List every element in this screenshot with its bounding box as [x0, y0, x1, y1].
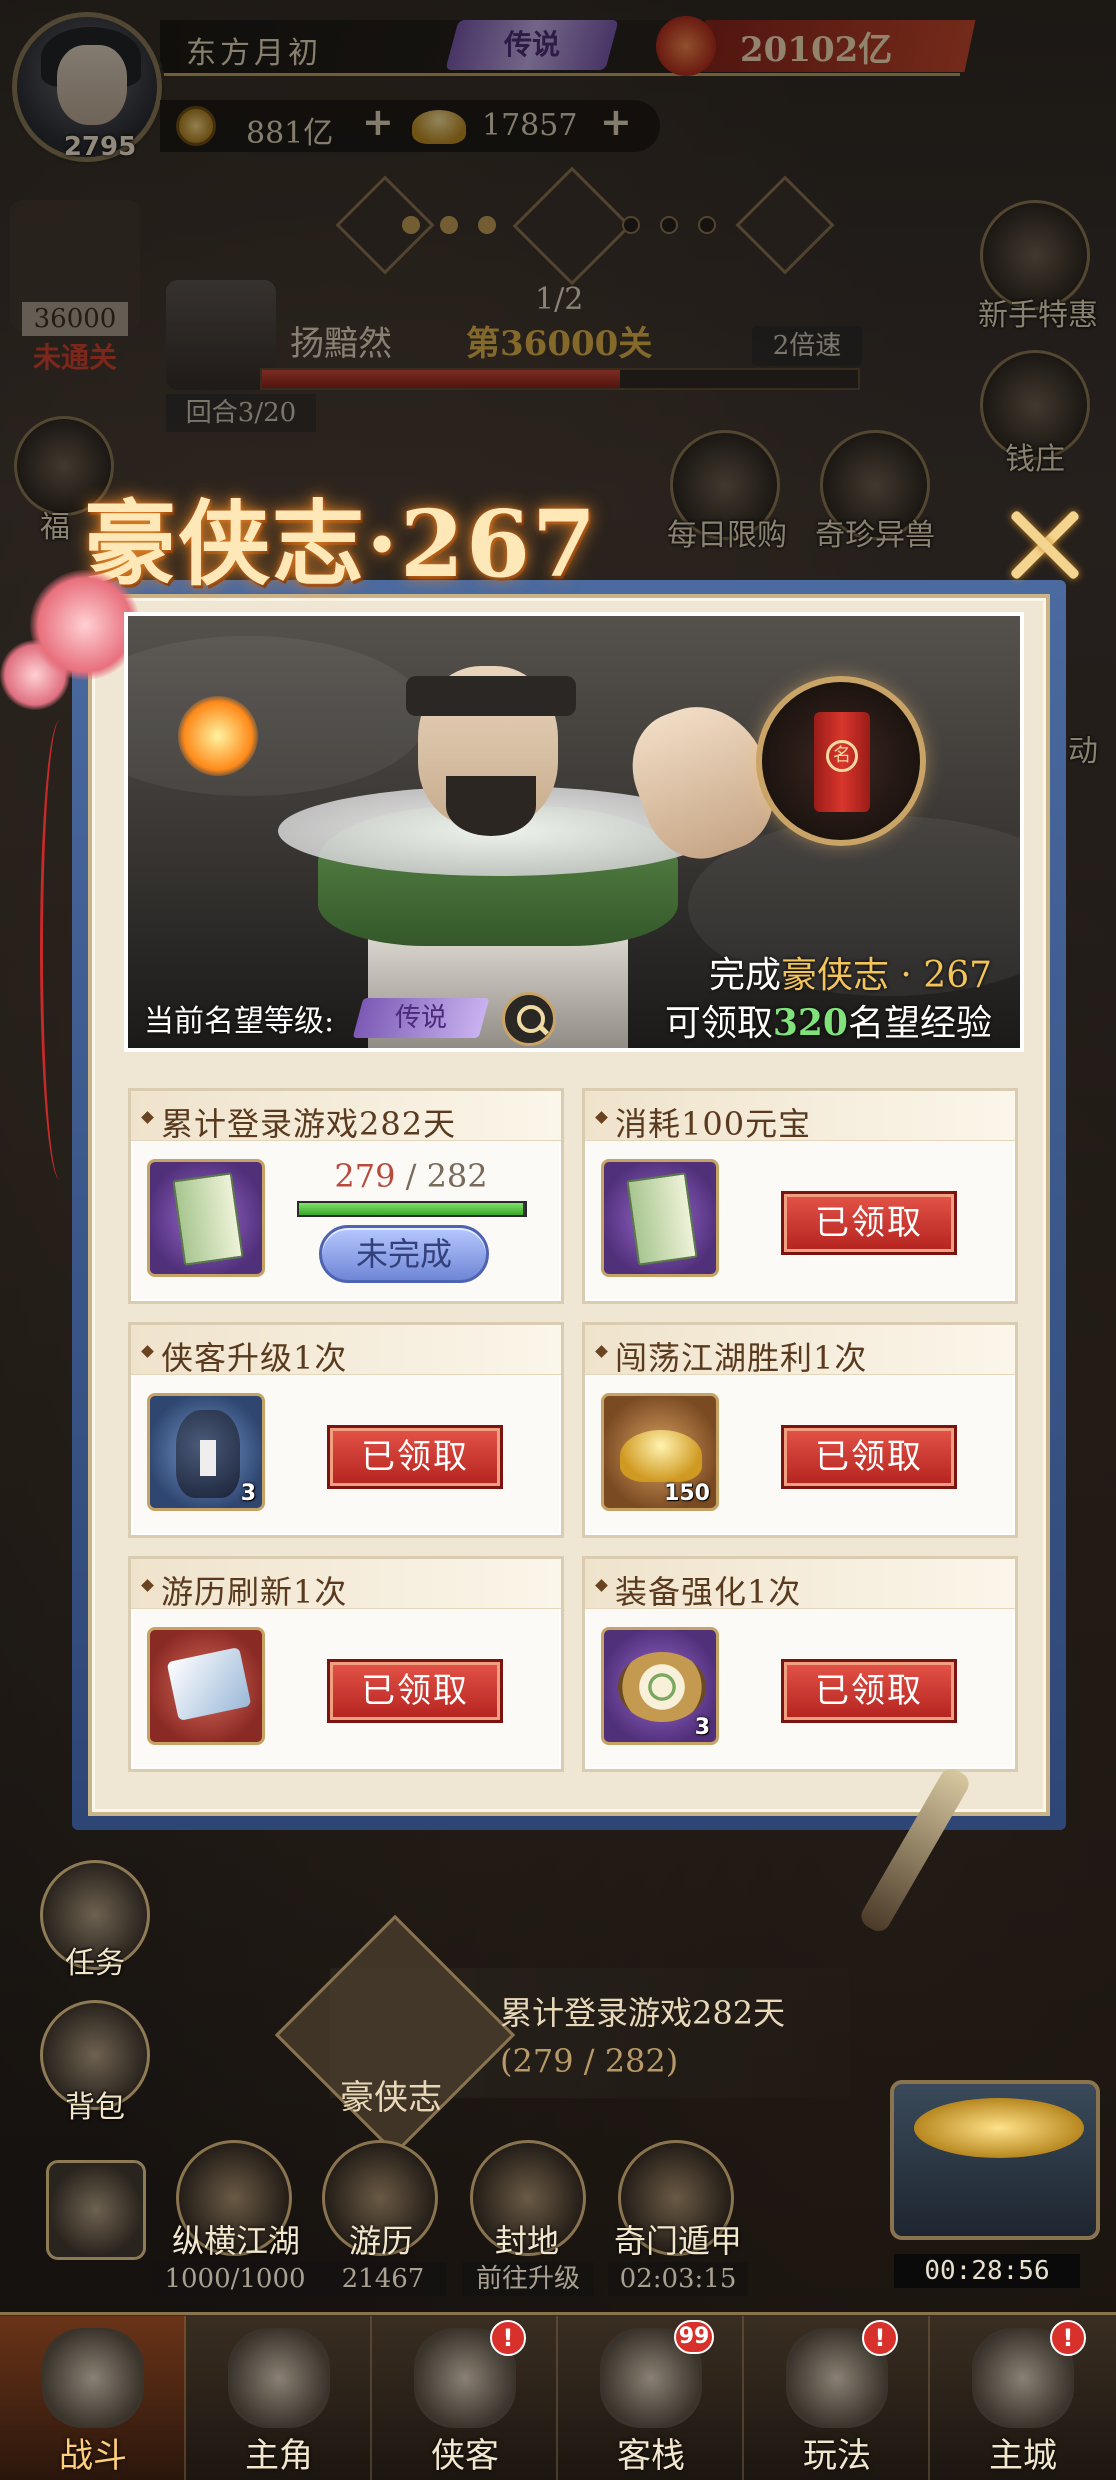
hero-headband: [406, 676, 576, 716]
close-icon[interactable]: [1000, 500, 1090, 590]
fame-rank: 传说: [394, 1003, 447, 1033]
nav-tab-hero[interactable]: 主角: [186, 2316, 372, 2480]
complete-name: 豪侠志 · 267: [780, 955, 992, 996]
nav-label: 主城: [989, 2436, 1057, 2476]
feature-label: 奇门遁甲: [613, 2222, 742, 2260]
task-label: 任务: [65, 1946, 125, 1981]
task-card: 消耗100元宝 已领取: [582, 1088, 1018, 1304]
task-card: 侠客升级1次 3 已领取: [128, 1322, 564, 1538]
nav-label: 玩法: [803, 2436, 871, 2476]
quest-label: 豪侠志: [340, 2078, 442, 2118]
count-badge: 99: [674, 2320, 714, 2354]
feature-label: 游历: [348, 2222, 413, 2260]
fame-label: 当前名望等级:: [144, 1004, 335, 1039]
fame-rank-badge: 传说: [352, 998, 490, 1038]
complete-text: 完成豪侠志 · 267: [709, 946, 992, 998]
feature-value: 前往升级: [462, 2262, 594, 2296]
alert-badge: !: [490, 2320, 526, 2356]
quest-progress: (279 / 282): [500, 2042, 679, 2080]
task-title: 消耗100元宝: [615, 1105, 812, 1143]
feature-value: 1000/1000: [150, 2262, 320, 2296]
task-card: 游历刷新1次 已领取: [128, 1556, 564, 1772]
progress-max: 282: [426, 1157, 488, 1195]
modal-title: 豪侠志·267: [84, 490, 599, 598]
reward-prefix: 可领取: [664, 1003, 773, 1044]
progress-sep: /: [395, 1157, 427, 1195]
nav-tab-city[interactable]: ! 主城: [930, 2316, 1116, 2480]
feature-value: 21467: [320, 2262, 446, 2296]
chest-timer: 00:28:56: [894, 2254, 1080, 2288]
task-card: 累计登录游戏282天 279 / 282 未完成: [128, 1088, 564, 1304]
task-title: 侠客升级1次: [161, 1339, 348, 1377]
task-title: 闯荡江湖胜利1次: [615, 1339, 868, 1377]
reward-item[interactable]: [147, 1627, 265, 1745]
progress-current: 279: [334, 1157, 396, 1195]
task-title: 装备强化1次: [615, 1573, 802, 1611]
feature-value: 02:03:15: [608, 2262, 748, 2296]
task-card: 闯荡江湖胜利1次 150 已领取: [582, 1322, 1018, 1538]
nav-tab-battle[interactable]: 战斗: [0, 2316, 186, 2480]
claimed-button[interactable]: 已领取: [781, 1191, 957, 1255]
reward-item[interactable]: 3: [147, 1393, 265, 1511]
nav-label: 侠客: [431, 2436, 499, 2476]
task-title: 游历刷新1次: [161, 1573, 348, 1611]
item-quantity: 3: [240, 1481, 256, 1506]
claimed-button[interactable]: 已领取: [327, 1659, 503, 1723]
item-quantity: 3: [694, 1715, 710, 1740]
book-icon: [172, 1172, 244, 1266]
claimed-button[interactable]: 已领取: [781, 1659, 957, 1723]
item-quantity: 150: [664, 1481, 710, 1506]
quest-name: 累计登录游戏282天: [500, 1994, 786, 2032]
reward-amount: 320: [772, 1002, 848, 1044]
alert-badge: !: [862, 2320, 898, 2356]
buns-icon: [618, 1652, 706, 1722]
jar-label: [200, 1440, 216, 1476]
gold-ingot-icon: [620, 1430, 702, 1482]
task-progress-bar: [297, 1201, 527, 1217]
chest-gold: [914, 2098, 1084, 2158]
reward-item[interactable]: 150: [601, 1393, 719, 1511]
nav-tab-knights[interactable]: ! 侠客: [372, 2316, 558, 2480]
reward-item[interactable]: [601, 1159, 719, 1277]
task-progress-fill: [299, 1203, 523, 1215]
feature-label: 封地: [494, 2222, 559, 2260]
reward-item[interactable]: [147, 1159, 265, 1277]
nav-label: 客栈: [617, 2436, 685, 2476]
treasure-chest-icon[interactable]: [890, 2080, 1100, 2240]
bag-label: 背包: [65, 2090, 125, 2125]
fire-glow: [178, 696, 258, 776]
crossed-swords-icon: [42, 2328, 144, 2428]
incomplete-button[interactable]: 未完成: [319, 1225, 489, 1283]
reward-text: 可领取320名望经验: [665, 994, 992, 1046]
complete-prefix: 完成: [708, 955, 781, 996]
hero-beard: [446, 776, 536, 836]
magnify-icon[interactable]: [502, 992, 556, 1046]
claimed-button[interactable]: 已领取: [781, 1425, 957, 1489]
jar-icon: [176, 1410, 240, 1498]
claimed-button[interactable]: 已领取: [327, 1425, 503, 1489]
task-title: 累计登录游戏282天: [161, 1105, 457, 1143]
book-icon: [626, 1172, 698, 1266]
hero-illustration: [178, 636, 790, 1048]
task-progress: 279 / 282: [291, 1157, 531, 1195]
thread-decoration: [40, 720, 80, 1180]
hero-portrait-icon: [228, 2328, 330, 2428]
reward-item[interactable]: 3: [601, 1627, 719, 1745]
nav-tab-gameplay[interactable]: ! 玩法: [744, 2316, 930, 2480]
seal-char: 名: [826, 740, 858, 772]
nav-label: 主角: [245, 2436, 313, 2476]
nav-tab-inn[interactable]: 99 客栈: [558, 2316, 744, 2480]
reward-suffix: 名望经验: [847, 1003, 992, 1044]
task-card: 装备强化1次 3 已领取: [582, 1556, 1018, 1772]
alert-badge: !: [1050, 2320, 1086, 2356]
feature-label: 纵横江湖: [171, 2222, 300, 2260]
nav-label: 战斗: [59, 2436, 127, 2476]
cloth-icon: [166, 1646, 252, 1722]
hero-banner: 名 完成豪侠志 · 267 可领取320名望经验 当前名望等级: 传说: [124, 612, 1024, 1052]
fame-scroll-icon: 名: [756, 676, 926, 846]
menu-flower-icon[interactable]: [46, 2160, 146, 2260]
